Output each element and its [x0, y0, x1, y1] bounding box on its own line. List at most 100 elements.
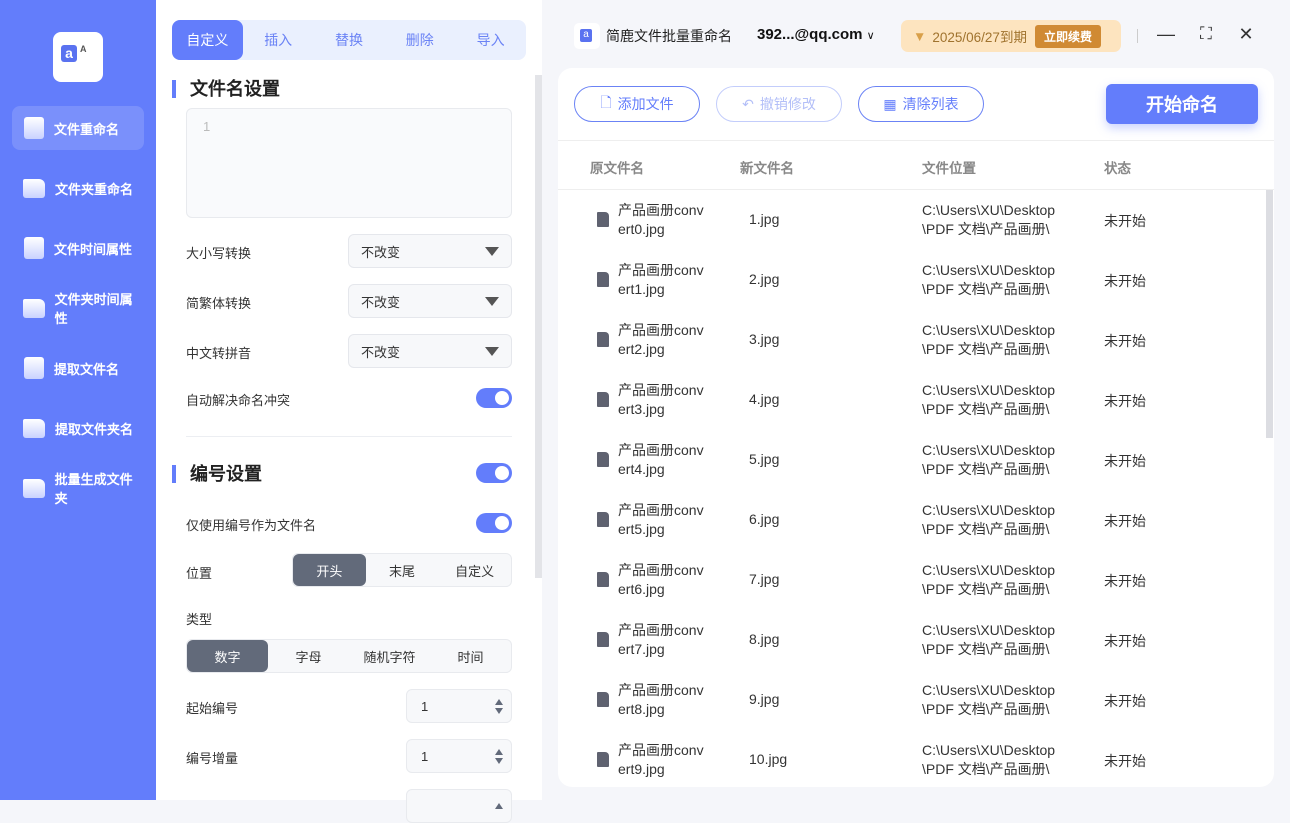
position-label: 位置 — [186, 566, 213, 581]
case-select[interactable]: 不改变 — [348, 234, 512, 268]
table-row[interactable]: 产品画册conv ert7.jpg 8.jpg C:\Users\XU\Deskt… — [558, 610, 1264, 670]
sidebar-item-5[interactable]: 提取文件名 — [12, 346, 144, 390]
maximize-icon[interactable]: ⛶ — [1194, 24, 1218, 44]
undo-button[interactable]: ↶ 撤销修改 — [716, 86, 842, 122]
position-end[interactable]: 末尾 — [366, 554, 439, 586]
type-label: 类型 — [186, 612, 213, 627]
status: 未开始 — [1104, 333, 1146, 349]
type-letter[interactable]: 字母 — [268, 640, 349, 672]
file-upload-icon — [24, 357, 44, 379]
sidebar: aA 文件重命名 文件夹重命名 文件时间属性 文件夹时间属性 提取文件名 提取文件夹名 批量… — [0, 0, 156, 800]
table-row[interactable]: 产品画册conv ert3.jpg 4.jpg C:\Users\XU\Deskt… — [558, 370, 1264, 430]
file-location: C:\Users\XU\Desktop \PDF 文档\产品画册\ — [922, 622, 1056, 657]
sidebar-item-1[interactable]: 文件重命名 — [12, 106, 144, 150]
file-icon — [597, 332, 609, 347]
down-arrow-icon[interactable] — [495, 707, 503, 714]
tab-insert[interactable]: 插入 — [243, 20, 314, 60]
table-row[interactable]: 产品画册conv ert0.jpg 1.jpg C:\Users\XU\Deskt… — [558, 190, 1264, 250]
panel-scrollbar[interactable] — [535, 75, 542, 578]
table-row[interactable]: 产品画册conv ert6.jpg 7.jpg C:\Users\XU\Deskt… — [558, 550, 1264, 610]
close-icon[interactable]: ✕ — [1234, 24, 1258, 45]
renew-button[interactable]: 立即续费 — [1034, 24, 1101, 48]
original-name: 产品画册conv ert8.jpg — [618, 682, 704, 717]
sidebar-item-2[interactable]: 文件夹重命名 — [12, 166, 144, 210]
status: 未开始 — [1104, 393, 1146, 409]
column-new: 新文件名 — [740, 161, 794, 176]
file-icon — [597, 512, 609, 527]
vip-icon: ▼ — [913, 28, 927, 44]
status: 未开始 — [1104, 213, 1146, 229]
up-arrow-icon[interactable] — [495, 803, 503, 809]
trad-select[interactable]: 不改变 — [348, 284, 512, 318]
file-list-card: 🗋 添加文件 ↶ 撤销修改 ▦ 清除列表 开始命名 原文件名 新文件名 文件位置 状态… — [558, 68, 1274, 787]
down-arrow-icon[interactable] — [495, 757, 503, 764]
sidebar-item-label: 文件夹时间属性 — [54, 292, 133, 326]
only-number-toggle[interactable] — [476, 513, 512, 533]
file-location: C:\Users\XU\Desktop \PDF 文档\产品画册\ — [922, 502, 1056, 537]
table-row[interactable]: 产品画册conv ert4.jpg 5.jpg C:\Users\XU\Deskt… — [558, 430, 1264, 490]
sidebar-item-3[interactable]: 文件时间属性 — [12, 226, 144, 270]
divider — [1137, 29, 1138, 43]
start-number-stepper[interactable]: 1 — [406, 689, 512, 723]
conflict-toggle[interactable] — [476, 388, 512, 408]
file-icon — [597, 572, 609, 587]
table-row[interactable]: 产品画册conv ert8.jpg 9.jpg C:\Users\XU\Deskt… — [558, 670, 1264, 730]
numbering-toggle[interactable] — [476, 463, 512, 483]
clear-list-button[interactable]: ▦ 清除列表 — [858, 86, 984, 122]
add-file-label: 添加文件 — [617, 96, 674, 112]
trad-label: 简繁体转换 — [186, 296, 252, 311]
sidebar-item-7[interactable]: 批量生成文件夹 — [12, 466, 144, 510]
sidebar-item-6[interactable]: 提取文件夹名 — [12, 406, 144, 450]
type-number[interactable]: 数字 — [187, 640, 268, 672]
tab-import[interactable]: 导入 — [455, 20, 526, 60]
type-random[interactable]: 随机字符 — [349, 640, 430, 672]
table-row[interactable]: 产品画册conv ert5.jpg 6.jpg C:\Users\XU\Deskt… — [558, 490, 1264, 550]
filename-editor[interactable]: 1 — [186, 108, 512, 218]
account-dropdown[interactable]: 392...@qq.com ∨ — [757, 26, 875, 43]
account-email: 392...@qq.com — [757, 26, 863, 43]
folder-up-icon — [23, 418, 45, 438]
next-stepper[interactable] — [406, 789, 512, 823]
table-row[interactable]: 产品画册conv ert9.jpg 10.jpg C:\Users\XU\Desk… — [558, 730, 1264, 787]
type-time[interactable]: 时间 — [430, 640, 511, 672]
add-file-button[interactable]: 🗋 添加文件 — [574, 86, 700, 122]
position-start[interactable]: 开头 — [293, 554, 366, 586]
tab-custom[interactable]: 自定义 — [172, 20, 243, 60]
new-name: 9.jpg — [749, 691, 780, 707]
step-label: 编号增量 — [186, 751, 239, 766]
broom-icon: ▦ — [883, 95, 897, 112]
step-stepper[interactable]: 1 — [406, 739, 512, 773]
table-row[interactable]: 产品画册conv ert1.jpg 2.jpg C:\Users\XU\Deskt… — [558, 250, 1264, 310]
chevron-down-icon — [485, 296, 499, 306]
clear-list-label: 清除列表 — [902, 96, 959, 112]
app-name: 简鹿文件批量重命名 — [606, 28, 732, 44]
original-name: 产品画册conv ert5.jpg — [618, 502, 704, 537]
tab-delete[interactable]: 删除 — [384, 20, 455, 60]
filename-settings-title: 文件名设置 — [172, 80, 280, 98]
folder-icon — [23, 178, 45, 198]
case-value: 不改变 — [361, 244, 401, 260]
file-icon — [597, 632, 609, 647]
case-label: 大小写转换 — [186, 246, 252, 261]
new-name: 6.jpg — [749, 511, 780, 527]
up-arrow-icon[interactable] — [495, 698, 503, 705]
minimize-icon[interactable]: — — [1154, 24, 1178, 45]
sidebar-item-4[interactable]: 文件夹时间属性 — [12, 286, 144, 330]
table-scrollbar[interactable] — [1266, 190, 1273, 438]
sidebar-item-label: 文件夹重命名 — [55, 181, 134, 197]
up-arrow-icon[interactable] — [495, 748, 503, 755]
position-custom[interactable]: 自定义 — [438, 554, 511, 586]
file-location: C:\Users\XU\Desktop \PDF 文档\产品画册\ — [922, 442, 1056, 477]
pinyin-select[interactable]: 不改变 — [348, 334, 512, 368]
sidebar-item-label: 提取文件名 — [54, 361, 120, 377]
start-rename-button[interactable]: 开始命名 — [1106, 84, 1258, 124]
new-name: 1.jpg — [749, 211, 780, 227]
only-number-label: 仅使用编号作为文件名 — [186, 518, 317, 533]
sidebar-item-label: 提取文件夹名 — [55, 421, 134, 437]
original-name: 产品画册conv ert1.jpg — [618, 262, 704, 297]
tab-replace[interactable]: 替换 — [314, 20, 385, 60]
file-location: C:\Users\XU\Desktop \PDF 文档\产品画册\ — [922, 682, 1056, 717]
table-row[interactable]: 产品画册conv ert2.jpg 3.jpg C:\Users\XU\Deskt… — [558, 310, 1264, 370]
new-name: 3.jpg — [749, 331, 780, 347]
sidebar-item-label: 文件重命名 — [54, 121, 120, 137]
